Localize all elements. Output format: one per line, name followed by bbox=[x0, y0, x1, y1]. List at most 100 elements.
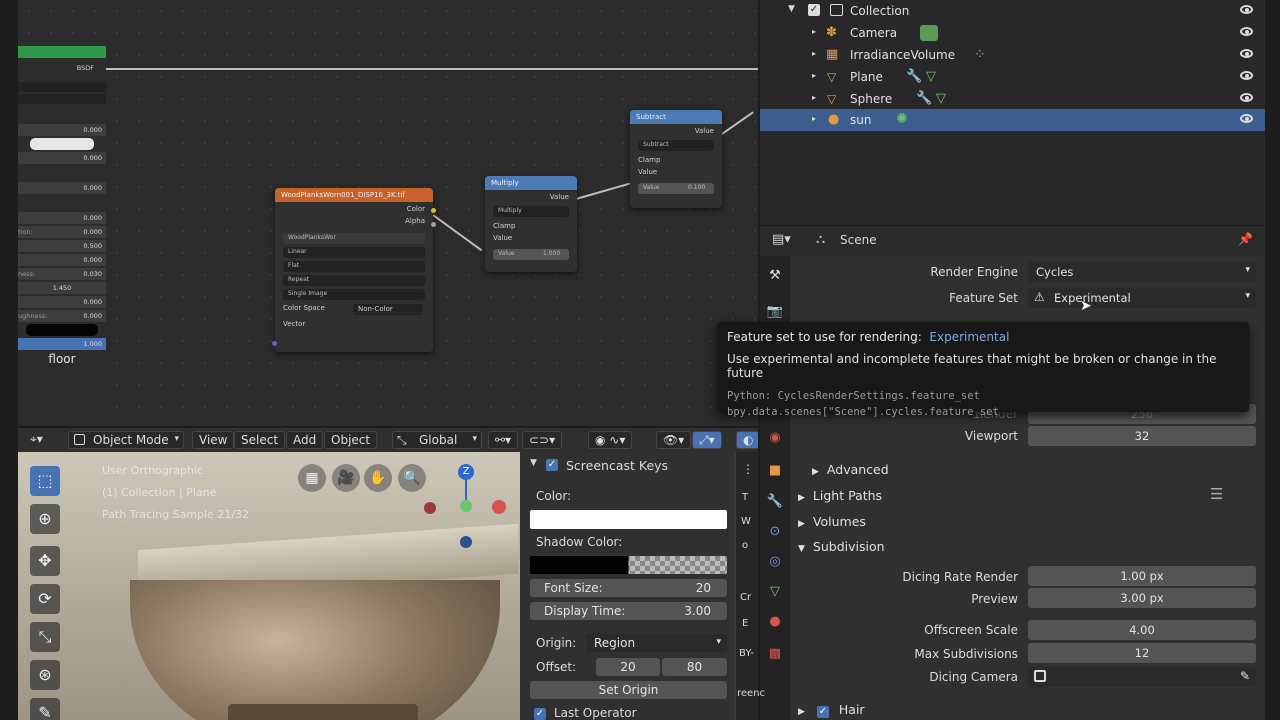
vector-socket[interactable] bbox=[272, 341, 277, 346]
snap-icon[interactable]: ⊂⊃▾ bbox=[522, 431, 563, 449]
expand-arrow-icon[interactable]: ▸ bbox=[812, 114, 816, 123]
color-swatch-white[interactable] bbox=[30, 138, 94, 150]
eye-icon[interactable] bbox=[1240, 114, 1253, 123]
subdivision-panel-header[interactable]: ▼ Subdivision bbox=[798, 539, 885, 554]
gizmo-x-axis[interactable] bbox=[492, 500, 506, 514]
dicing-camera-field[interactable]: ✎ bbox=[1028, 667, 1256, 687]
grid-view-icon[interactable]: ▦ bbox=[298, 464, 326, 492]
eye-icon[interactable] bbox=[1240, 5, 1253, 14]
outliner-row-camera[interactable]: ▸ ✽ Camera bbox=[760, 22, 1265, 44]
slider-row[interactable]: 1.000 bbox=[18, 338, 106, 350]
cursor-tool-icon[interactable]: ⊕ bbox=[30, 504, 60, 534]
gizmo-neg-z-axis[interactable] bbox=[460, 536, 472, 548]
value-row[interactable]: 0.000 bbox=[18, 296, 106, 308]
collapse-arrow-icon[interactable]: ▼ bbox=[530, 458, 537, 468]
offscreen-scale-field[interactable]: 4.00 bbox=[1028, 620, 1256, 640]
expand-arrow-icon[interactable]: ▸ bbox=[812, 49, 816, 58]
interpolation-dropdown[interactable]: Linear bbox=[283, 247, 425, 258]
editor-type-icon[interactable]: ⌖▾ bbox=[24, 431, 49, 449]
display-time-field[interactable]: Display Time: 3.00 bbox=[530, 602, 727, 620]
particles-tab-icon[interactable]: ⊙ bbox=[765, 522, 785, 542]
menu-view[interactable]: View bbox=[192, 431, 235, 449]
value-row[interactable]: 0.000 bbox=[18, 124, 106, 136]
gizmo-y-axis[interactable] bbox=[460, 500, 472, 512]
alpha-socket[interactable] bbox=[431, 222, 436, 227]
list-icon[interactable]: ☰ bbox=[1210, 485, 1223, 503]
viewport-render[interactable] bbox=[18, 452, 538, 720]
editor-type-icon[interactable]: ▤▾ bbox=[772, 232, 791, 247]
outliner-row-sun[interactable]: ▸ ● sun ✺ bbox=[760, 109, 1265, 131]
render-tab-icon[interactable]: 📷 bbox=[765, 302, 785, 322]
value-row[interactable]: 1.450 bbox=[18, 282, 106, 294]
outliner-row-collection[interactable]: ▼ ✓ Collection bbox=[760, 0, 1265, 22]
value-row[interactable]: tion: 0.000 bbox=[18, 226, 106, 238]
sidebar-tab-edit[interactable]: E bbox=[742, 618, 748, 629]
light-paths-panel-header[interactable]: ▶ Light Paths bbox=[798, 488, 882, 503]
move-tool-icon[interactable]: ✥ bbox=[30, 546, 60, 576]
checkbox-icon[interactable]: ✓ bbox=[534, 708, 546, 720]
value-field[interactable]: Value 1.000 bbox=[493, 249, 569, 260]
texture-tab-icon[interactable]: ▩ bbox=[765, 644, 785, 664]
eye-icon[interactable] bbox=[1240, 71, 1253, 80]
operation-dropdown[interactable]: Multiply bbox=[493, 206, 569, 217]
source-dropdown[interactable]: Single Image bbox=[283, 289, 425, 300]
scene-tab-icon[interactable]: ◉ bbox=[765, 428, 785, 448]
object-tab-icon[interactable]: ■ bbox=[765, 461, 785, 481]
annotate-tool-icon[interactable]: ✎ bbox=[30, 698, 60, 720]
mode-dropdown[interactable]: Object Mode ▾ bbox=[68, 431, 184, 449]
node-editor[interactable]: WoodPlanksWorn001_DISP16_3K.tif Color Al… bbox=[18, 0, 758, 426]
visibility-icon[interactable]: 👁▾ bbox=[656, 431, 692, 449]
offset-x-field[interactable]: 20 bbox=[596, 658, 660, 676]
transform-tool-icon[interactable]: ⊛ bbox=[30, 660, 60, 690]
eye-icon[interactable] bbox=[1240, 27, 1253, 36]
subtract-node[interactable]: Subtract Value Subtract Clamp Value Valu… bbox=[630, 110, 722, 208]
value-row[interactable]: ness: 0.030 bbox=[18, 268, 106, 280]
color-space-dropdown[interactable]: Non-Color bbox=[353, 304, 423, 315]
value-row[interactable]: 0.000 bbox=[18, 152, 106, 164]
physics-tab-icon[interactable]: ◎ bbox=[765, 552, 785, 572]
set-origin-button[interactable]: Set Origin bbox=[530, 681, 727, 699]
color-socket[interactable] bbox=[431, 208, 436, 213]
multiply-node[interactable]: Multiply Value Multiply Clamp Value Valu… bbox=[485, 176, 577, 272]
value-row[interactable]: 0.500 bbox=[18, 240, 106, 252]
operation-dropdown[interactable]: Subtract bbox=[638, 140, 714, 151]
gizmo-neg-x-axis[interactable] bbox=[424, 502, 436, 514]
advanced-panel-header[interactable]: ▶ Advanced bbox=[812, 462, 889, 477]
menu-add[interactable]: Add bbox=[286, 431, 324, 449]
value-row[interactable]: 0.000 bbox=[18, 254, 106, 266]
render-engine-dropdown[interactable]: Cycles ▾ bbox=[1028, 262, 1256, 282]
eye-icon[interactable] bbox=[1240, 49, 1253, 58]
expand-arrow-icon[interactable]: ▼ bbox=[788, 4, 795, 14]
sidebar-tab-view[interactable]: W bbox=[741, 516, 751, 527]
orientation-dropdown[interactable]: ⤡ Global ▾ bbox=[392, 431, 482, 449]
checkbox-icon[interactable]: ✓ bbox=[808, 4, 820, 16]
rotate-tool-icon[interactable]: ⟳ bbox=[30, 584, 60, 614]
feature-set-dropdown[interactable]: ⚠ Experimental ▾ bbox=[1028, 288, 1256, 308]
clamp-row[interactable]: Clamp bbox=[630, 154, 722, 168]
outliner-row-plane[interactable]: ▸ ▽ Plane 🔧 ▽ bbox=[760, 66, 1265, 88]
max-subdivisions-field[interactable]: 12 bbox=[1028, 643, 1256, 663]
material-tab-icon[interactable]: ● bbox=[765, 612, 785, 632]
gizmo-toggle-icon[interactable]: ⤢▾ bbox=[692, 431, 722, 449]
expand-arrow-icon[interactable]: ▸ bbox=[812, 71, 816, 80]
color-swatch-black[interactable] bbox=[26, 324, 98, 336]
eye-icon[interactable] bbox=[1240, 93, 1253, 102]
pin-icon[interactable]: 📌 bbox=[1238, 232, 1253, 246]
menu-object[interactable]: Object bbox=[324, 431, 378, 449]
tool-tab-icon[interactable]: ⚒ bbox=[765, 266, 785, 286]
checkbox-icon[interactable]: ✓ bbox=[546, 459, 558, 471]
font-size-field[interactable]: Font Size: 20 bbox=[530, 579, 727, 597]
image-selector[interactable]: WoodPlanksWor bbox=[283, 233, 425, 244]
pivot-icon[interactable]: ⚯▾ bbox=[488, 431, 519, 449]
scale-tool-icon[interactable]: ⤡ bbox=[30, 622, 60, 652]
dropdown[interactable] bbox=[18, 94, 106, 104]
sidebar-tab-tool[interactable]: T bbox=[742, 492, 748, 503]
sidebar-tab-by[interactable]: BY- bbox=[739, 648, 754, 659]
sidebar-tab-screencast[interactable]: reenc bbox=[737, 688, 765, 699]
viewport-samples-field[interactable]: 32 bbox=[1028, 426, 1256, 446]
data-tab-icon[interactable]: ▽ bbox=[765, 582, 785, 602]
menu-select[interactable]: Select bbox=[234, 431, 286, 449]
value-row[interactable]: 0.000 bbox=[18, 182, 106, 194]
outliner-row-sphere[interactable]: ▸ ▽ Sphere 🔧 ▽ bbox=[760, 88, 1265, 110]
modifier-tab-icon[interactable]: 🔧 bbox=[765, 492, 785, 512]
